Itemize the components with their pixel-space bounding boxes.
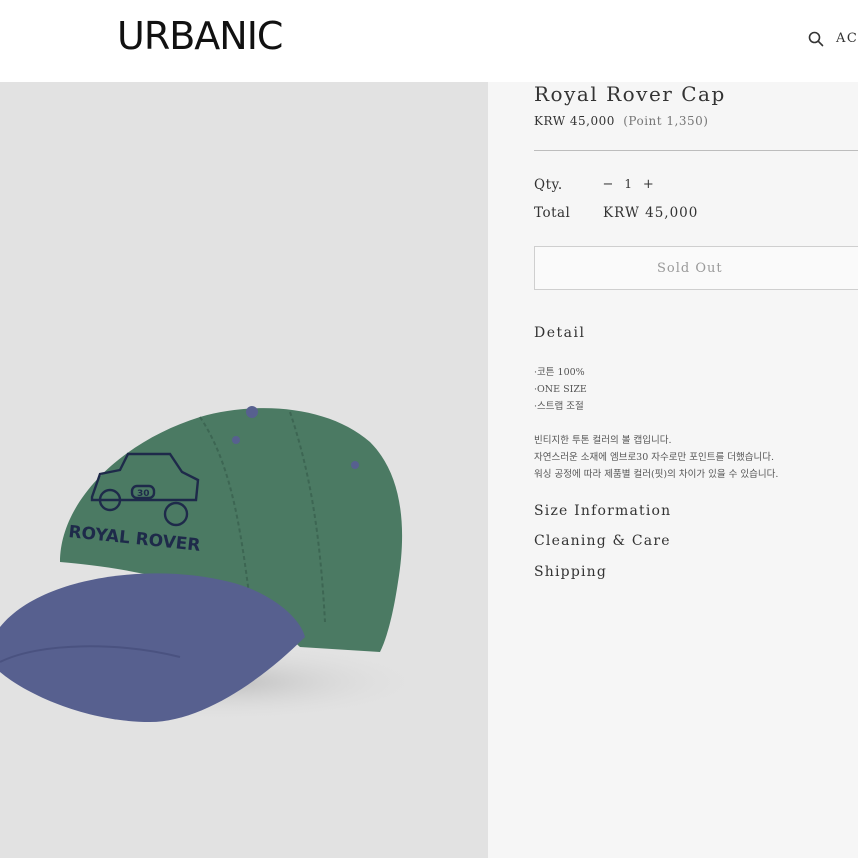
shipping-toggle[interactable]: Shipping — [534, 564, 607, 580]
cap-illustration: 30 ROYAL ROVER — [0, 406, 430, 722]
brand-logo[interactable]: URBANIC — [117, 14, 283, 58]
cleaning-care-toggle[interactable]: Cleaning & Care — [534, 533, 671, 549]
qty-decrease-button[interactable]: − — [601, 177, 615, 192]
detail-desc-line: 워싱 공정에 따라 제품별 컬러(핏)의 차이가 있을 수 있습니다. — [534, 469, 779, 480]
site-header: URBANIC ACC — [0, 0, 858, 82]
total-label: Total — [534, 205, 571, 221]
cap-badge-text: 30 — [137, 489, 150, 499]
detail-desc-line: 자연스러운 소재에 엠브로30 자수로만 포인트를 더했습니다. — [534, 452, 774, 463]
divider — [534, 150, 858, 151]
sold-out-button[interactable]: Sold Out — [534, 246, 858, 290]
product-image: 30 ROYAL ROVER — [0, 82, 488, 858]
qty-increase-button[interactable]: + — [641, 177, 655, 192]
detail-heading: Detail — [534, 325, 586, 341]
detail-list: ·코튼 100% ·ONE SIZE ·스트랩 조절 — [534, 364, 587, 415]
detail-item: ·ONE SIZE — [534, 384, 587, 395]
detail-description: 빈티지한 투톤 컬러의 볼 캡입니다. 자연스러운 소재에 엠브로30 자수로만… — [534, 432, 778, 483]
search-icon[interactable] — [807, 30, 825, 48]
size-information-toggle[interactable]: Size Information — [534, 503, 671, 519]
qty-value[interactable]: 1 — [619, 177, 637, 191]
account-link[interactable]: ACC — [836, 31, 858, 46]
detail-item: ·스트랩 조절 — [534, 401, 584, 412]
product-points: (Point 1,350) — [623, 114, 709, 128]
total-value: KRW 45,000 — [603, 205, 699, 221]
product-price: KRW 45,000 — [534, 114, 615, 128]
qty-label: Qty. — [534, 177, 563, 193]
quantity-stepper: − 1 + — [601, 177, 655, 192]
detail-desc-line: 빈티지한 투톤 컬러의 볼 캡입니다. — [534, 435, 672, 446]
detail-item: ·코튼 100% — [534, 367, 585, 378]
product-title: Royal Rover Cap — [534, 82, 726, 106]
price-row: KRW 45,000 (Point 1,350) — [534, 114, 708, 128]
